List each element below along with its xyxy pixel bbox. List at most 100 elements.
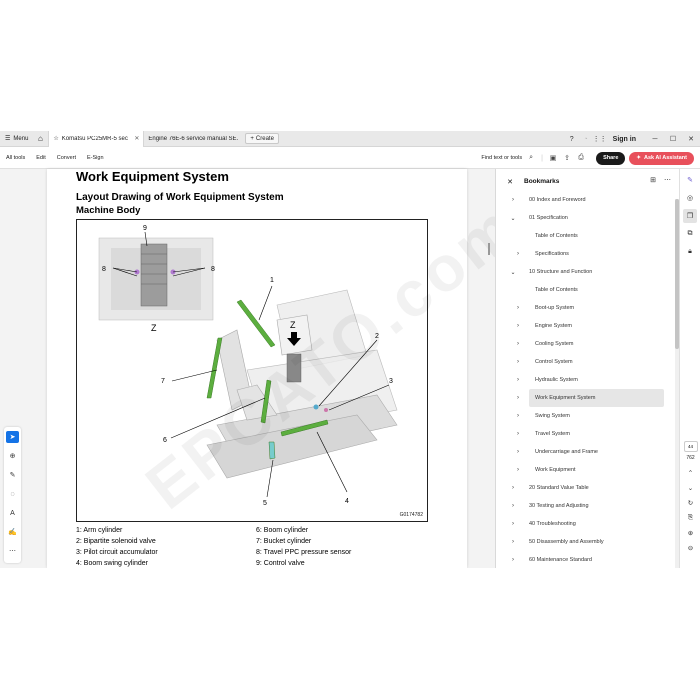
chevron-right-icon[interactable]: › [509,521,517,527]
menu-convert[interactable]: Convert [51,155,81,161]
pen-icon[interactable]: ✎ [6,469,19,481]
bookmarks-header-actions: ⊞ ⋯ [650,176,671,184]
bookmark-item[interactable]: ⌄ 01 Specification [496,209,672,227]
bookmarks-icon[interactable]: ❐ [683,209,697,223]
upload-icon[interactable]: ⇪ [560,147,574,169]
chevron-right-icon[interactable]: › [514,431,522,437]
bookmark-item[interactable]: › Boot-up System [496,299,672,317]
maximize-icon[interactable]: ☐ [664,131,682,147]
bookmark-item[interactable]: › Hydraulic System [496,371,672,389]
minimize-icon[interactable]: ─ [646,131,664,147]
menu-button[interactable]: ☰ Menu [0,131,32,147]
menu-all-tools[interactable]: All tools [0,155,30,161]
tab-document-2[interactable]: Engine 76E-6 service manual SE... [144,131,242,147]
chevron-right-icon[interactable]: › [514,377,522,383]
bookmark-item[interactable]: › 00 Index and Foreword [496,191,672,209]
bookmark-item[interactable]: › Undercarriage and Frame [496,443,672,461]
chevron-down-icon[interactable]: ⌄ [509,215,517,222]
bookmark-item[interactable]: › 60 Maintenance Standard [496,551,672,568]
close-window-icon[interactable]: ✕ [682,131,700,147]
chevron-right-icon[interactable]: › [509,539,517,545]
legend-item: 6: Boom cylinder [256,527,309,534]
more-tools-icon[interactable]: ⋯ [6,545,19,557]
label-5: 5 [263,500,267,507]
star-icon[interactable]: ☆ [53,135,58,142]
bookmark-label: 50 Disassembly and Assembly [529,539,604,545]
help-icon[interactable]: ? [565,131,579,147]
chevron-right-icon[interactable]: › [509,485,517,491]
tab-document-1[interactable]: ☆ Komatsu PC25MR-5 sec... ✕ [48,131,145,147]
pages-icon[interactable]: ⧉ [683,227,697,241]
home-icon[interactable]: ⌂ [32,131,48,147]
chevron-right-icon[interactable]: › [514,467,522,473]
app-window: ☰ Menu ⌂ ☆ Komatsu PC25MR-5 sec... ✕ Eng… [0,131,700,568]
save-icon[interactable]: ▣ [546,147,560,169]
bookmark-item[interactable]: › Cooling System [496,335,672,353]
sign-in-button[interactable]: Sign in [607,136,646,143]
chevron-right-icon[interactable]: › [514,323,522,329]
chevron-right-icon[interactable]: › [514,449,522,455]
bookmark-item[interactable]: › Travel System [496,425,672,443]
rotate-icon[interactable]: ↻ [684,495,698,510]
ai-assistant-button[interactable]: ✦ Ask AI Assistant [629,151,694,165]
chevron-right-icon[interactable]: › [514,359,522,365]
menu-edit[interactable]: Edit [30,155,50,161]
select-cursor-icon[interactable]: ➤ [6,431,19,443]
comments-icon[interactable]: ◎ [683,191,697,205]
fill-sign-icon[interactable]: ✍ [6,526,19,538]
ai-edit-icon[interactable]: ✎ [683,173,697,187]
legend-column-left: 1: Arm cylinder 2: Bipartite solenoid va… [76,525,158,568]
chevron-right-icon[interactable]: › [514,341,522,347]
bookmark-item[interactable]: Table of Contents [496,227,672,245]
page-fit-icon[interactable]: ⎘ [684,510,698,525]
bookmark-item[interactable]: ⌄ 10 Structure and Function [496,263,672,281]
zoom-comment-icon[interactable]: ⊕ [6,450,19,462]
find-text-button[interactable]: Find text or tools [481,155,524,161]
label-z-main: Z [290,320,296,330]
zoom-in-icon[interactable]: ⊕ [684,525,698,540]
zoom-out-icon[interactable]: ⊖ [684,540,698,555]
apps-grid-icon[interactable]: ⋮⋮ [593,131,607,147]
bookmark-label: Engine System [535,323,572,329]
bookmark-item[interactable]: Table of Contents [496,281,672,299]
bookmark-item[interactable]: › Work Equipment System [496,389,672,407]
excavator-illustration: 9 8 8 Z 1 Z 2 3 7 6 4 5 [98,225,398,507]
pdf-page[interactable]: Work Equipment System Layout Drawing of … [47,169,532,568]
text-select-icon[interactable]: A [6,507,19,519]
chevron-right-icon[interactable]: › [509,557,517,563]
bookmark-item[interactable]: › Control System [496,353,672,371]
bookmark-item[interactable]: › Engine System [496,317,672,335]
print-icon[interactable]: ⎙ [574,147,588,169]
chevron-right-icon[interactable]: › [514,395,522,401]
close-panel-icon[interactable]: ✕ [496,178,524,186]
menu-esign[interactable]: E-Sign [81,155,109,161]
bookmark-item[interactable]: › 30 Testing and Adjusting [496,497,672,515]
chevron-right-icon[interactable]: › [514,251,522,257]
chevron-right-icon[interactable]: › [514,305,522,311]
bookmark-item[interactable]: › Specifications [496,245,672,263]
lasso-icon[interactable]: ◌ [6,488,19,500]
panel-splitter-handle[interactable] [488,243,490,255]
search-icon[interactable]: ⌕ [524,147,538,169]
close-tab-icon[interactable]: ✕ [134,135,139,142]
bookmark-item[interactable]: › 40 Troubleshooting [496,515,672,533]
chevron-up-icon[interactable]: ⌃ [684,465,698,480]
bookmark-item[interactable]: › Work Equipment [496,461,672,479]
bookmark-item[interactable]: › 20 Standard Value Table [496,479,672,497]
bookmark-item[interactable]: › Swing System [496,407,672,425]
chevron-down-icon[interactable]: ⌄ [684,480,698,495]
page-input[interactable]: 44 [683,441,698,452]
add-bookmark-icon[interactable]: ⊞ [650,176,656,184]
more-options-icon[interactable]: ⋯ [664,176,671,184]
bookmarks-title: Bookmarks [524,178,560,185]
chevron-right-icon[interactable]: › [509,197,517,203]
chevron-right-icon[interactable]: › [514,413,522,419]
share-button[interactable]: Share [596,151,626,165]
chevron-down-icon[interactable]: ⌄ [509,269,517,276]
notifications-icon[interactable]: ◔ [579,131,593,147]
bookmark-item[interactable]: › 50 Disassembly and Assembly [496,533,672,551]
chevron-right-icon[interactable]: › [509,503,517,509]
label-8-left: 8 [102,266,106,273]
create-button[interactable]: + Create [245,133,279,144]
lock-icon[interactable]: 🔒︎ [683,245,697,259]
